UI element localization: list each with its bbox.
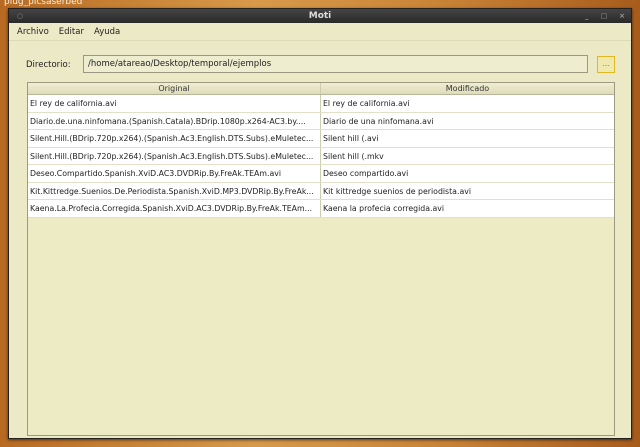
table-row[interactable]: Kaena.La.Profecia.Corregida.Spanish.XviD… xyxy=(28,200,614,218)
menu-bar: Archivo Editar Ayuda xyxy=(9,23,631,41)
modified-name-cell[interactable]: Kaena la profecia corregida.avi xyxy=(321,200,614,217)
files-table: Original Modificado El rey de california… xyxy=(27,82,615,436)
modified-name-cell[interactable]: Silent hill (.avi xyxy=(321,130,614,147)
minimize-icon[interactable]: _ xyxy=(585,9,589,23)
directory-row: Directorio: /home/atareao/Desktop/tempor… xyxy=(9,55,631,75)
desktop-icon-label[interactable]: plug_picsaserbed xyxy=(4,0,82,7)
modified-name-cell[interactable]: Silent hill (.mkv xyxy=(321,148,614,165)
column-header-modificado[interactable]: Modificado xyxy=(321,83,614,94)
original-name-cell[interactable]: El rey de california.avi xyxy=(28,95,321,112)
directory-label: Directorio: xyxy=(26,60,71,70)
original-name-cell[interactable]: Kit.Kittredge.Suenios.De.Periodista.Span… xyxy=(28,182,321,199)
window-menu-icon[interactable]: ○ xyxy=(17,9,23,23)
original-name-cell[interactable]: Kaena.La.Profecia.Corregida.Spanish.XviD… xyxy=(28,200,321,217)
close-icon[interactable]: × xyxy=(619,9,625,23)
maximize-icon[interactable]: □ xyxy=(601,9,608,23)
browse-button[interactable]: ... xyxy=(597,56,615,73)
table-row[interactable]: Deseo.Compartido.Spanish.XviD.AC3.DVDRip… xyxy=(28,165,614,183)
original-name-cell[interactable]: Silent.Hill.(BDrip.720p.x264).(Spanish.A… xyxy=(28,130,321,147)
modified-name-cell[interactable]: Kit kittredge suenios de periodista.avi xyxy=(321,183,614,200)
modified-name-cell[interactable]: Deseo compartido.avi xyxy=(321,165,614,182)
modified-name-cell[interactable]: Diario de una ninfomana.avi xyxy=(321,113,614,130)
table-row[interactable]: Silent.Hill.(BDrip.720p.x264).(Spanish.A… xyxy=(28,130,614,148)
original-name-cell[interactable]: Silent.Hill.(BDrip.720p.x264).(Spanish.A… xyxy=(28,147,321,164)
table-header: Original Modificado xyxy=(28,83,614,95)
window-title: Moti xyxy=(308,11,332,21)
title-bar[interactable]: ○ Moti _ □ × xyxy=(9,9,631,23)
directory-input[interactable]: /home/atareao/Desktop/temporal/ejemplos xyxy=(83,55,588,73)
table-row[interactable]: Silent.Hill.(BDrip.720p.x264).(Spanish.A… xyxy=(28,147,614,165)
original-name-cell[interactable]: Deseo.Compartido.Spanish.XviD.AC3.DVDRip… xyxy=(28,165,321,182)
menu-archivo[interactable]: Archivo xyxy=(17,27,49,37)
table-row[interactable]: El rey de california.avi El rey de califo… xyxy=(28,95,614,113)
modified-name-cell[interactable]: El rey de california.avi xyxy=(321,95,614,112)
app-window: ○ Moti _ □ × Archivo Editar Ayuda Direct… xyxy=(8,8,632,439)
table-row[interactable]: Kit.Kittredge.Suenios.De.Periodista.Span… xyxy=(28,182,614,200)
table-row[interactable]: Diario.de.una.ninfomana.(Spanish.Catala)… xyxy=(28,112,614,130)
column-header-original[interactable]: Original xyxy=(28,83,321,94)
menu-ayuda[interactable]: Ayuda xyxy=(94,27,120,37)
menu-editar[interactable]: Editar xyxy=(59,27,84,37)
original-name-cell[interactable]: Diario.de.una.ninfomana.(Spanish.Catala)… xyxy=(28,112,321,129)
